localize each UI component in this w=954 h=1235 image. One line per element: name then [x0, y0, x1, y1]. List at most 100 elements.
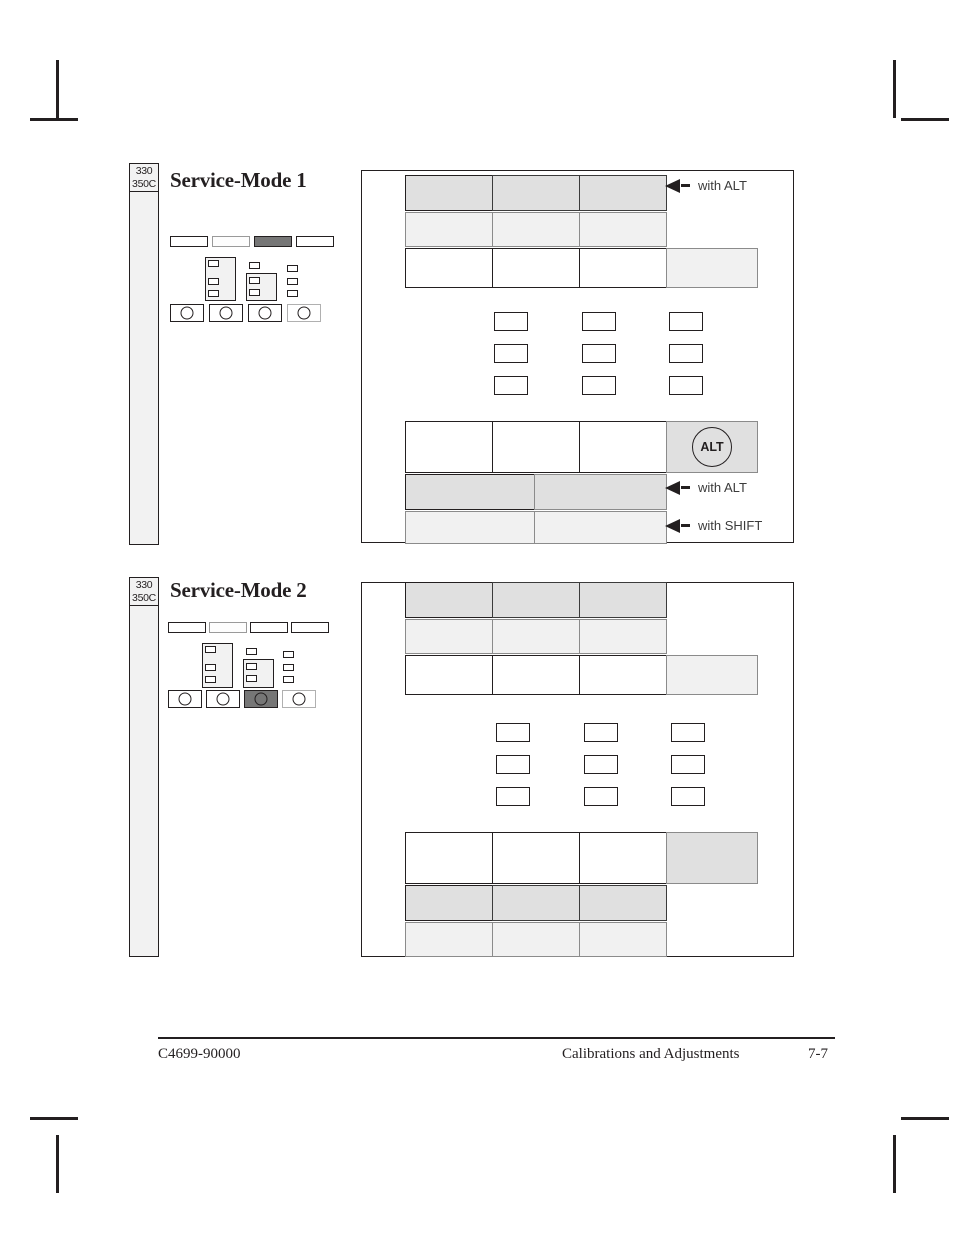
arrow-left-icon: [665, 518, 680, 533]
key-oval-icon: [297, 306, 311, 320]
keymap-small-key-r3c2[interactable]: [582, 376, 616, 395]
keymap-cell-r3c4[interactable]: [666, 248, 758, 288]
keymap-small-key-r2c2[interactable]: [584, 755, 618, 774]
keymap-cell-r1c2[interactable]: [492, 582, 580, 618]
panel-key-3[interactable]: [248, 304, 282, 322]
panel-bar-4[interactable]: [291, 622, 329, 633]
panel-bar-3[interactable]: [250, 622, 288, 633]
keymap-cell-b1c3[interactable]: [579, 832, 667, 884]
keymap-cell-r2c2[interactable]: [492, 212, 580, 247]
keymap-cell-b2c2[interactable]: [534, 474, 667, 510]
keymap-cell-b3c1[interactable]: [405, 511, 535, 544]
panel-indicator-5: [246, 663, 257, 670]
keymap-small-key-r2c3[interactable]: [671, 755, 705, 774]
keymap-cell-r3c4[interactable]: [666, 655, 758, 695]
keymap-cell-b2c1[interactable]: [405, 885, 493, 921]
crop-mark-top-right-vertical: [893, 60, 896, 118]
keymap-small-key-r2c3[interactable]: [669, 344, 703, 363]
keymap-cell-r3c1[interactable]: [405, 655, 493, 695]
callout-text: with SHIFT: [698, 518, 763, 533]
keymap-cell-b3c2[interactable]: [492, 922, 580, 957]
keymap-cell-r1c3[interactable]: [579, 582, 667, 618]
key-oval-icon: [254, 692, 268, 706]
panel-indicator-6: [246, 675, 257, 682]
keymap-cell-b1c3[interactable]: [579, 421, 667, 473]
control-panel-thumbnail-1: [170, 236, 334, 326]
keymap-cell-r2c3[interactable]: [579, 212, 667, 247]
panel-key-2[interactable]: [209, 304, 243, 322]
panel-key-1[interactable]: [168, 690, 202, 708]
keymap-cell-b2c1[interactable]: [405, 474, 535, 510]
panel-key-4[interactable]: [282, 690, 316, 708]
panel-indicator-3: [208, 290, 219, 297]
keymap-small-key-r1c1[interactable]: [496, 723, 530, 742]
keymap-cell-r2c1[interactable]: [405, 619, 493, 654]
panel-bar-1[interactable]: [168, 622, 206, 633]
keymap-cell-r2c1[interactable]: [405, 212, 493, 247]
keymap-cell-r1c2[interactable]: [492, 175, 580, 211]
keymap-cell-b1c1[interactable]: [405, 421, 493, 473]
keymap-cell-b2c2[interactable]: [492, 885, 580, 921]
panel-bar-3[interactable]: [254, 236, 292, 247]
keymap-cell-b3c2[interactable]: [534, 511, 667, 544]
document-page: 330 350C Service-Mode 1 ALT with ALT wit…: [0, 0, 954, 1235]
panel-key-4[interactable]: [287, 304, 321, 322]
keymap-cell-b3c1[interactable]: [405, 922, 493, 957]
model-tab-1: 330 350C: [129, 163, 159, 545]
keymap-cell-r3c3[interactable]: [579, 655, 667, 695]
keymap-small-key-r1c1[interactable]: [494, 312, 528, 331]
footer-chapter-title: Calibrations and Adjustments: [562, 1046, 740, 1062]
panel-bar-4[interactable]: [296, 236, 334, 247]
keymap-frame-2: [361, 582, 794, 957]
panel-key-2[interactable]: [206, 690, 240, 708]
keymap-small-key-r3c3[interactable]: [669, 376, 703, 395]
keymap-cell-r3c2[interactable]: [492, 248, 580, 288]
arrow-tail: [681, 486, 690, 489]
arrow-tail: [681, 524, 690, 527]
keymap-small-key-r1c3[interactable]: [669, 312, 703, 331]
alt-key-label: ALT: [692, 427, 732, 467]
model-tab-2: 330 350C: [129, 577, 159, 957]
keymap-cell-b1c4[interactable]: [666, 832, 758, 884]
panel-key-1[interactable]: [170, 304, 204, 322]
page-title-service-mode-1: Service-Mode 1: [170, 168, 307, 192]
keymap-cell-r1c1[interactable]: [405, 582, 493, 618]
keymap-cell-r3c1[interactable]: [405, 248, 493, 288]
keymap-small-key-r1c2[interactable]: [582, 312, 616, 331]
key-oval-icon: [258, 306, 272, 320]
panel-bar-1[interactable]: [170, 236, 208, 247]
keymap-small-key-r3c3[interactable]: [671, 787, 705, 806]
keymap-cell-b2c3[interactable]: [579, 885, 667, 921]
keymap-cell-b1c1[interactable]: [405, 832, 493, 884]
keymap-cell-r3c2[interactable]: [492, 655, 580, 695]
keymap-small-key-r3c1[interactable]: [496, 787, 530, 806]
panel-indicator-2: [208, 278, 219, 285]
panel-indicator-4: [249, 262, 260, 269]
keymap-small-key-r2c1[interactable]: [494, 344, 528, 363]
keymap-small-key-r1c2[interactable]: [584, 723, 618, 742]
keymap-cell-r1c3[interactable]: [579, 175, 667, 211]
keymap-cell-r2c2[interactable]: [492, 619, 580, 654]
keymap-cell-b3c3[interactable]: [579, 922, 667, 957]
panel-indicator-6: [249, 289, 260, 296]
keymap-cell-r1c1[interactable]: [405, 175, 493, 211]
keymap-cell-r3c3[interactable]: [579, 248, 667, 288]
keymap-small-key-r1c3[interactable]: [671, 723, 705, 742]
keymap-cell-b1c2[interactable]: [492, 421, 580, 473]
keymap-cell-b1c2[interactable]: [492, 832, 580, 884]
panel-bar-2[interactable]: [212, 236, 250, 247]
panel-bar-2[interactable]: [209, 622, 247, 633]
keymap-small-key-r3c2[interactable]: [584, 787, 618, 806]
panel-key-3[interactable]: [244, 690, 278, 708]
panel-indicator-5: [249, 277, 260, 284]
keymap-small-key-r2c1[interactable]: [496, 755, 530, 774]
keymap-cell-r2c3[interactable]: [579, 619, 667, 654]
crop-mark-top-left-vertical: [56, 60, 59, 118]
arrow-left-icon: [665, 480, 680, 495]
model-number-line-2: 350C: [132, 592, 156, 604]
keymap-alt-key[interactable]: ALT: [666, 421, 758, 473]
keymap-small-key-r2c2[interactable]: [582, 344, 616, 363]
keymap-small-key-r3c1[interactable]: [494, 376, 528, 395]
model-number-line-2: 350C: [132, 178, 156, 190]
panel-indicator-9: [283, 676, 294, 683]
